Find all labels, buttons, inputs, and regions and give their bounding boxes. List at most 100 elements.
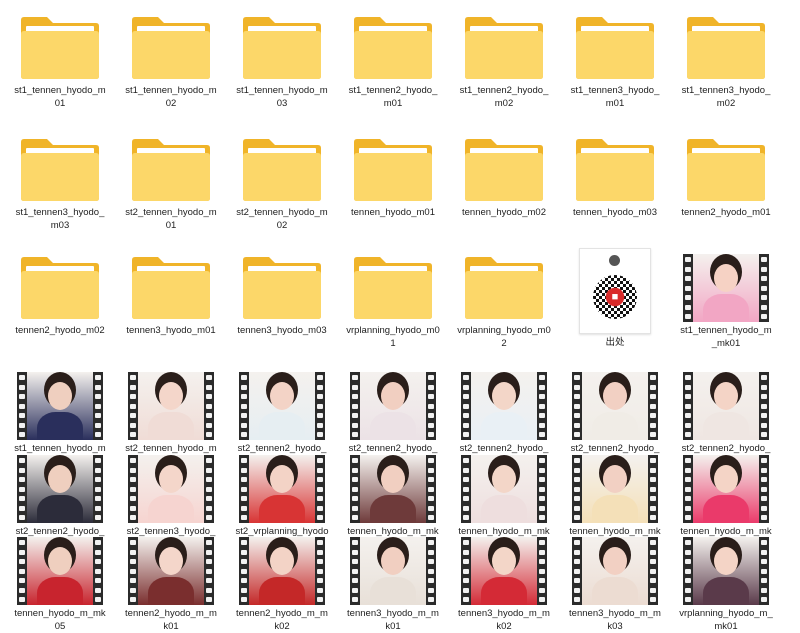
video-frame	[693, 372, 759, 440]
folder-thumbnail	[239, 14, 325, 82]
video-file-item[interactable]: st2_tennen_hyodo_m_mk01	[121, 372, 221, 468]
film-strip-right	[93, 455, 103, 523]
video-frame	[471, 537, 537, 605]
folder-thumbnail	[350, 136, 436, 204]
person-figure	[492, 547, 516, 575]
folder-item[interactable]: st1_tennen3_hyodo_m02	[676, 14, 776, 110]
folder-item[interactable]: st1_tennen_hyodo_m03	[232, 14, 332, 110]
folder-item[interactable]: st1_tennen2_hyodo_m02	[454, 14, 554, 110]
person-body	[703, 294, 749, 322]
film-strip-right	[648, 372, 658, 440]
folder-icon	[132, 17, 210, 79]
image-file-item[interactable]: ■ 出处	[565, 248, 665, 349]
folder-item[interactable]: vrplanning_hyodo_m01	[343, 254, 443, 350]
item-label: tennen_hyodo_m_mk05	[14, 608, 106, 632]
folder-thumbnail	[461, 14, 547, 82]
qr-image-thumbnail: ■	[579, 248, 651, 334]
film-strip-right	[759, 537, 769, 605]
folder-icon	[354, 257, 432, 319]
video-file-item[interactable]: tennen2_hyodo_m_mk01	[121, 537, 221, 633]
person-figure	[48, 382, 72, 410]
film-strip-left	[350, 455, 360, 523]
film-strip-left	[572, 455, 582, 523]
folder-thumbnail	[17, 14, 103, 82]
video-file-item[interactable]: st2_tennen2_hyodo_m_mk03	[454, 372, 554, 468]
video-thumbnail	[17, 537, 103, 605]
person-figure	[603, 465, 627, 493]
folder-item[interactable]: tennen3_hyodo_m03	[232, 254, 332, 337]
film-strip-right	[315, 455, 325, 523]
video-thumbnail	[350, 372, 436, 440]
person-body	[37, 412, 83, 440]
video-file-item[interactable]: st2_tennen2_hyodo_m_mk01	[232, 372, 332, 468]
film-strip-left	[128, 537, 138, 605]
person-body	[37, 577, 83, 605]
film-strip-left	[239, 372, 249, 440]
item-label: tennen3_hyodo_m01	[126, 325, 216, 336]
folder-icon	[354, 139, 432, 201]
video-frame	[693, 254, 759, 322]
person-figure	[159, 547, 183, 575]
video-file-item[interactable]: tennen_hyodo_m_mk05	[10, 537, 110, 633]
folder-item[interactable]: st2_tennen_hyodo_m01	[121, 136, 221, 232]
film-strip-left	[683, 455, 693, 523]
video-frame	[27, 372, 93, 440]
person-body	[259, 495, 305, 523]
video-file-item[interactable]: st2_tennen2_hyodo_m_mk04	[565, 372, 665, 468]
person-figure	[714, 547, 738, 575]
film-strip-left	[128, 455, 138, 523]
video-thumbnail	[683, 254, 769, 322]
person-figure	[603, 547, 627, 575]
film-strip-right	[648, 537, 658, 605]
item-label: tennen3_hyodo_m_mk01	[347, 608, 439, 632]
folder-item[interactable]: st2_tennen_hyodo_m02	[232, 136, 332, 232]
video-file-item[interactable]: tennen3_hyodo_m_mk01	[343, 537, 443, 633]
folder-thumbnail	[239, 136, 325, 204]
person-figure	[603, 382, 627, 410]
film-strip-right	[537, 455, 547, 523]
folder-item[interactable]: tennen2_hyodo_m02	[10, 254, 110, 337]
folder-icon	[21, 257, 99, 319]
folder-item[interactable]: tennen_hyodo_m03	[565, 136, 665, 219]
folder-icon	[132, 139, 210, 201]
person-body	[481, 412, 527, 440]
video-file-item[interactable]: tennen3_hyodo_m_mk03	[565, 537, 665, 633]
folder-thumbnail	[572, 14, 658, 82]
video-frame	[693, 537, 759, 605]
video-file-item[interactable]: st2_tennen2_hyodo_m_mk02	[343, 372, 443, 468]
person-figure	[270, 547, 294, 575]
folder-item[interactable]: vrplanning_hyodo_m02	[454, 254, 554, 350]
item-label: st2_tennen_hyodo_m02	[236, 207, 328, 231]
folder-item[interactable]: tennen2_hyodo_m01	[676, 136, 776, 219]
video-file-item[interactable]: st1_tennen_hyodo_m_mk01	[676, 254, 776, 350]
person-body	[148, 412, 194, 440]
video-thumbnail	[239, 537, 325, 605]
item-label: tennen3_hyodo_m03	[237, 325, 327, 336]
video-file-item[interactable]: st2_tennen2_hyodo_m_mk05	[676, 372, 776, 468]
folder-icon	[21, 139, 99, 201]
folder-item[interactable]: st1_tennen2_hyodo_m01	[343, 14, 443, 110]
folder-thumbnail	[683, 136, 769, 204]
film-strip-right	[204, 455, 214, 523]
video-file-item[interactable]: vrplanning_hyodo_m_mk01	[676, 537, 776, 633]
film-strip-left	[461, 372, 471, 440]
video-file-item[interactable]: st1_tennen_hyodo_m_mk02	[10, 372, 110, 468]
folder-item[interactable]: st1_tennen3_hyodo_m03	[10, 136, 110, 232]
folder-item[interactable]: tennen_hyodo_m01	[343, 136, 443, 219]
folder-item[interactable]: tennen_hyodo_m02	[454, 136, 554, 219]
folder-item[interactable]: st1_tennen_hyodo_m01	[10, 14, 110, 110]
video-thumbnail	[239, 455, 325, 523]
folder-item[interactable]: st1_tennen_hyodo_m02	[121, 14, 221, 110]
folder-item[interactable]: tennen3_hyodo_m01	[121, 254, 221, 337]
item-label: tennen2_hyodo_m01	[681, 207, 771, 218]
item-label: vrplanning_hyodo_m01	[346, 325, 440, 349]
folder-icon	[21, 17, 99, 79]
video-thumbnail	[683, 537, 769, 605]
folder-icon	[354, 17, 432, 79]
item-label: st1_tennen_hyodo_m01	[14, 85, 106, 109]
folder-thumbnail	[683, 14, 769, 82]
video-file-item[interactable]: tennen3_hyodo_m_mk02	[454, 537, 554, 633]
video-file-item[interactable]: tennen2_hyodo_m_mk02	[232, 537, 332, 633]
video-frame	[360, 537, 426, 605]
folder-item[interactable]: st1_tennen3_hyodo_m01	[565, 14, 665, 110]
